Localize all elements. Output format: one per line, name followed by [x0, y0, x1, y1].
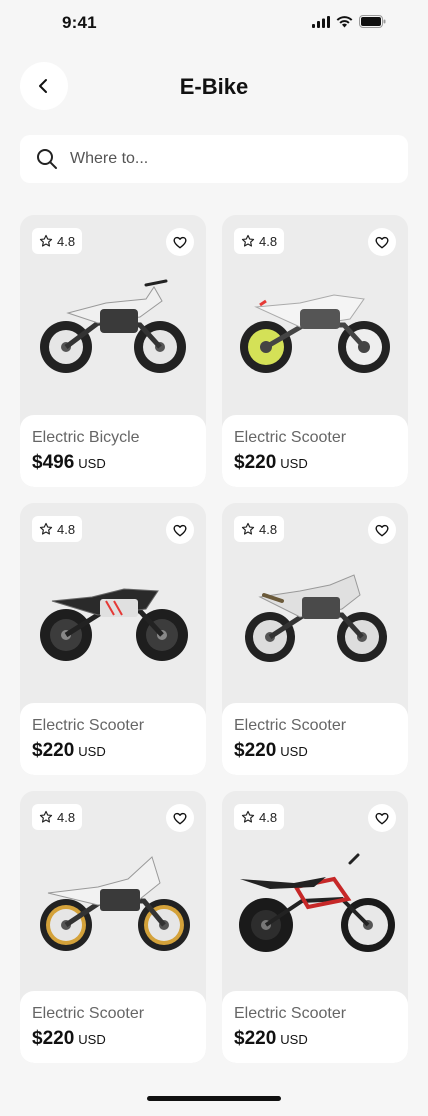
heart-icon: [173, 524, 187, 536]
product-card[interactable]: 4.8 Electric Scooter $220 USD: [222, 503, 408, 775]
rating-value: 4.8: [57, 233, 76, 249]
card-info: Electric Scooter $220 USD: [20, 991, 206, 1063]
bike-image: [240, 294, 390, 373]
favorite-button[interactable]: [368, 516, 396, 544]
price-value: $220: [32, 740, 75, 761]
rating-badge: 4.8: [32, 228, 83, 254]
rating-value: 4.8: [57, 521, 76, 537]
heart-icon: [173, 812, 187, 824]
product-name: Electric Bicycle: [32, 429, 140, 446]
star-icon: [241, 810, 255, 823]
heart-icon: [375, 524, 389, 536]
card-info: Electric Scooter $220 USD: [20, 703, 206, 775]
status-time: 9:41: [62, 13, 97, 32]
battery-icon: [359, 15, 386, 28]
rating-badge: 4.8: [234, 228, 285, 254]
rating-value: 4.8: [259, 521, 278, 537]
product-card[interactable]: 4.8 Electric Scooter $220 USD: [20, 503, 206, 775]
product-card[interactable]: 4.8 Electric Bicycle $496 USD: [20, 215, 206, 487]
status-bar: 9:41: [0, 0, 428, 48]
header: E-Bike: [0, 62, 428, 112]
product-name: Electric Scooter: [32, 717, 145, 734]
bike-image: [239, 853, 395, 952]
price-value: $220: [234, 452, 277, 473]
heart-icon: [173, 236, 187, 248]
product-card[interactable]: 4.8 Electric Scooter $220 USD: [222, 791, 408, 1063]
wifi-icon: [336, 15, 353, 27]
bike-image: [245, 574, 387, 662]
product-grid: 4.8 Electric Bicycle $496 USD 4.8 Electr…: [20, 215, 408, 1063]
price-currency: USD: [280, 456, 308, 471]
product-price: $220 USD: [32, 1028, 194, 1050]
star-icon: [39, 810, 53, 823]
favorite-button[interactable]: [166, 228, 194, 256]
heart-icon: [375, 812, 389, 824]
star-icon: [241, 234, 255, 247]
favorite-button[interactable]: [368, 804, 396, 832]
card-info: Electric Bicycle $496 USD: [20, 415, 206, 487]
rating-value: 4.8: [259, 809, 278, 825]
star-icon: [39, 522, 53, 535]
product-card[interactable]: 4.8 Electric Scooter $220 USD: [222, 215, 408, 487]
star-icon: [241, 522, 255, 535]
heart-icon: [375, 236, 389, 248]
search-input[interactable]: [70, 150, 370, 168]
price-value: $220: [234, 740, 277, 761]
price-value: $220: [234, 1028, 277, 1049]
bike-image: [40, 856, 190, 951]
product-price: $496 USD: [32, 452, 194, 474]
favorite-button[interactable]: [368, 228, 396, 256]
product-name: Electric Scooter: [32, 1005, 145, 1022]
price-value: $496: [32, 452, 75, 473]
bike-image: [40, 279, 186, 373]
product-card[interactable]: 4.8 Electric Scooter $220 USD: [20, 791, 206, 1063]
product-name: Electric Scooter: [234, 429, 347, 446]
star-icon: [39, 234, 53, 247]
search-icon: [37, 149, 57, 169]
card-info: Electric Scooter $220 USD: [222, 991, 408, 1063]
rating-badge: 4.8: [32, 804, 83, 830]
price-currency: USD: [78, 456, 106, 471]
price-currency: USD: [78, 1032, 106, 1047]
card-info: Electric Scooter $220 USD: [222, 415, 408, 487]
favorite-button[interactable]: [166, 516, 194, 544]
bike-image: [40, 588, 188, 661]
rating-badge: 4.8: [32, 516, 83, 542]
price-value: $220: [32, 1028, 75, 1049]
signal-icon: [312, 15, 330, 28]
rating-badge: 4.8: [234, 516, 285, 542]
page-title: E-Bike: [179, 74, 249, 99]
rating-badge: 4.8: [234, 804, 285, 830]
product-price: $220 USD: [32, 740, 194, 762]
product-price: $220 USD: [234, 1028, 396, 1050]
product-name: Electric Scooter: [234, 717, 347, 734]
rating-value: 4.8: [259, 233, 278, 249]
status-icons: [312, 15, 386, 28]
search-bar[interactable]: [20, 135, 408, 183]
home-indicator[interactable]: [147, 1096, 281, 1101]
rating-value: 4.8: [57, 809, 76, 825]
card-info: Electric Scooter $220 USD: [222, 703, 408, 775]
product-name: Electric Scooter: [234, 1005, 347, 1022]
price-currency: USD: [78, 744, 106, 759]
price-currency: USD: [280, 744, 308, 759]
product-price: $220 USD: [234, 452, 396, 474]
product-price: $220 USD: [234, 740, 396, 762]
favorite-button[interactable]: [166, 804, 194, 832]
price-currency: USD: [280, 1032, 308, 1047]
